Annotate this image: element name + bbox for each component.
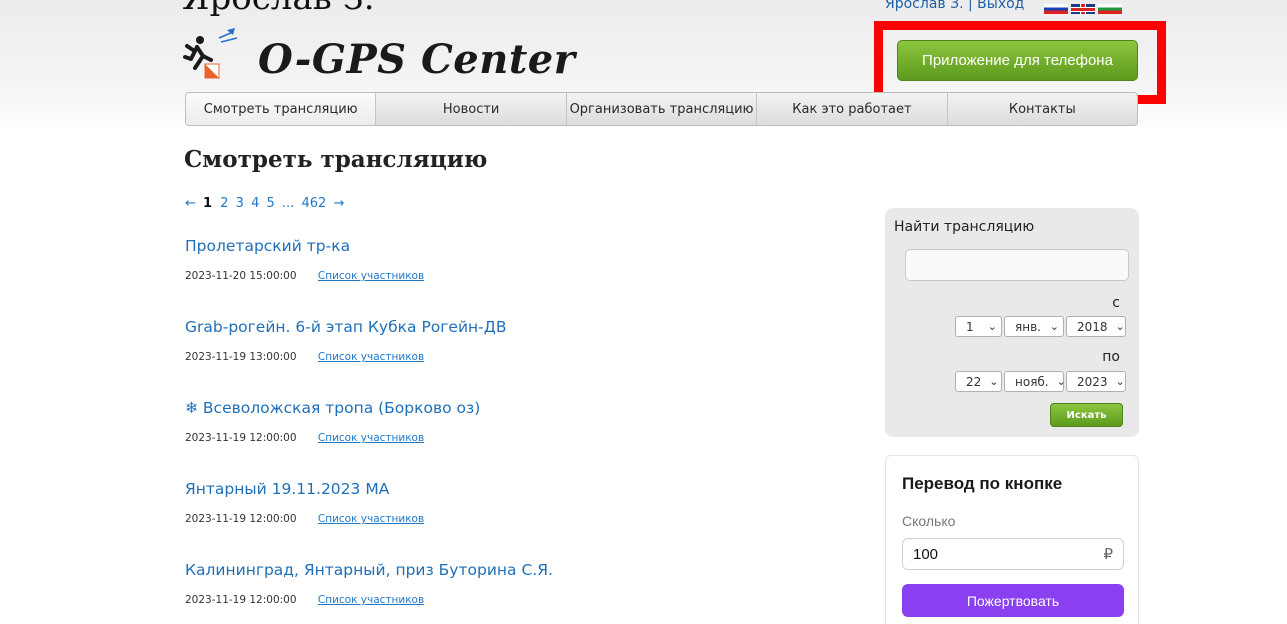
pagination-page[interactable]: 2 bbox=[220, 196, 228, 211]
broadcast-list: Пролетарский тр-ка 2023-11-20 15:00:00 С… bbox=[185, 236, 805, 624]
site-logo-text[interactable]: O-GPS Center bbox=[258, 36, 575, 83]
participants-list-link[interactable]: Список участников bbox=[318, 432, 424, 444]
date-to-label: по bbox=[1102, 349, 1120, 365]
date-from-label: с bbox=[1112, 295, 1120, 311]
chevron-down-icon: ⌄ bbox=[1115, 320, 1125, 333]
language-flags bbox=[1044, 4, 1122, 14]
event-title-link[interactable]: Grab-рогейн. 6-й этап Кубка Рогейн-ДВ bbox=[185, 317, 805, 337]
chevron-down-icon: ⌄ bbox=[1049, 320, 1059, 333]
event-datetime: 2023-11-20 15:00:00 bbox=[185, 270, 297, 282]
donation-amount-label: Сколько bbox=[902, 513, 956, 529]
pagination-prev[interactable]: ← bbox=[185, 196, 196, 211]
chevron-down-icon: ⌄ bbox=[989, 375, 999, 388]
list-item: Пролетарский тр-ка 2023-11-20 15:00:00 С… bbox=[185, 236, 805, 317]
english-flag-icon[interactable] bbox=[1071, 4, 1095, 14]
participants-list-link[interactable]: Список участников bbox=[318, 351, 424, 363]
event-meta: 2023-11-19 13:00:00 Список участников bbox=[185, 351, 805, 363]
event-meta: 2023-11-19 12:00:00 Список участников bbox=[185, 432, 805, 444]
participants-list-link[interactable]: Список участников bbox=[318, 270, 424, 282]
ruble-currency-icon: ₽ bbox=[1103, 546, 1113, 563]
list-item: Калининград, Янтарный, приз Буторина С.Я… bbox=[185, 560, 805, 624]
event-meta: 2023-11-19 12:00:00 Список участников bbox=[185, 513, 805, 525]
from-year-value: 2018 bbox=[1077, 319, 1108, 334]
chevron-down-icon: ⌄ bbox=[1115, 375, 1125, 388]
nav-how-it-works[interactable]: Как это работает bbox=[757, 93, 948, 125]
chevron-down-icon: ⌄ bbox=[987, 320, 997, 333]
cropped-header-text: Ярослав З. bbox=[182, 0, 375, 18]
pagination-current-page: 1 bbox=[203, 196, 213, 211]
search-button[interactable]: Искать bbox=[1050, 403, 1123, 427]
bulgarian-flag-icon[interactable] bbox=[1098, 4, 1122, 14]
russian-flag-icon[interactable] bbox=[1044, 4, 1068, 14]
event-title-link[interactable]: Янтарный 19.11.2023 МА bbox=[185, 479, 805, 499]
event-datetime: 2023-11-19 12:00:00 bbox=[185, 594, 297, 606]
orienteering-runner-logo-icon[interactable] bbox=[183, 26, 243, 81]
main-navigation: Смотреть трансляцию Новости Организовать… bbox=[185, 92, 1138, 126]
from-day-value: 1 bbox=[966, 319, 974, 334]
to-day-select[interactable]: 22 ⌄ bbox=[955, 371, 1002, 392]
from-day-select[interactable]: 1 ⌄ bbox=[955, 316, 1002, 337]
pagination: ← 1 2 3 4 5 ... 462 → bbox=[185, 196, 347, 211]
from-year-select[interactable]: 2018 ⌄ bbox=[1066, 316, 1126, 337]
page-title: Смотреть трансляцию bbox=[184, 146, 488, 173]
event-title-link[interactable]: Пролетарский тр-ка bbox=[185, 236, 805, 256]
event-datetime: 2023-11-19 12:00:00 bbox=[185, 513, 297, 525]
event-datetime: 2023-11-19 13:00:00 bbox=[185, 351, 297, 363]
event-datetime: 2023-11-19 12:00:00 bbox=[185, 432, 297, 444]
from-month-select[interactable]: янв. ⌄ bbox=[1004, 316, 1064, 337]
participants-list-link[interactable]: Список участников bbox=[318, 594, 424, 606]
to-year-value: 2023 bbox=[1077, 374, 1108, 389]
pagination-page[interactable]: 3 bbox=[236, 196, 244, 211]
to-day-value: 22 bbox=[966, 374, 982, 389]
search-panel: Найти трансляцию с 1 ⌄ янв. ⌄ 2018 ⌄ по 22 ⌄… bbox=[885, 208, 1139, 437]
nav-news[interactable]: Новости bbox=[376, 93, 567, 125]
pagination-next[interactable]: → bbox=[333, 196, 344, 211]
search-input[interactable] bbox=[905, 249, 1129, 281]
list-item: Grab-рогейн. 6-й этап Кубка Рогейн-ДВ 20… bbox=[185, 317, 805, 398]
date-from-selects: 1 ⌄ янв. ⌄ 2018 ⌄ bbox=[955, 316, 1126, 337]
donation-amount-input[interactable]: 100 ₽ bbox=[902, 538, 1124, 570]
donation-title: Перевод по кнопке bbox=[902, 474, 1063, 493]
nav-organize-broadcast[interactable]: Организовать трансляцию bbox=[567, 93, 758, 125]
to-month-select[interactable]: нояб. ⌄ bbox=[1004, 371, 1066, 392]
event-meta: 2023-11-20 15:00:00 Список участников bbox=[185, 270, 805, 282]
from-month-value: янв. bbox=[1015, 319, 1041, 334]
pagination-ellipsis: ... bbox=[281, 196, 295, 211]
participants-list-link[interactable]: Список участников bbox=[318, 513, 424, 525]
mobile-app-button[interactable]: Приложение для телефона bbox=[897, 40, 1138, 81]
event-meta: 2023-11-19 12:00:00 Список участников bbox=[185, 594, 805, 606]
chevron-down-icon: ⌄ bbox=[1056, 375, 1066, 388]
pagination-page[interactable]: 5 bbox=[267, 196, 275, 211]
user-bar-separator: | bbox=[967, 0, 973, 12]
list-item: ❄ Всеволожская тропа (Борково оз) 2023-1… bbox=[185, 398, 805, 479]
to-year-select[interactable]: 2023 ⌄ bbox=[1066, 371, 1126, 392]
nav-watch-broadcast[interactable]: Смотреть трансляцию bbox=[186, 93, 377, 125]
date-to-selects: 22 ⌄ нояб. ⌄ 2023 ⌄ bbox=[955, 371, 1126, 392]
donate-button[interactable]: Пожертвовать bbox=[902, 584, 1124, 617]
donation-widget: Перевод по кнопке Сколько 100 ₽ Пожертво… bbox=[885, 455, 1139, 624]
pagination-last-page[interactable]: 462 bbox=[301, 196, 326, 211]
pagination-page[interactable]: 4 bbox=[251, 196, 259, 211]
logout-link[interactable]: Выход bbox=[977, 0, 1024, 12]
event-title-link[interactable]: ❄ Всеволожская тропа (Борково оз) bbox=[185, 398, 805, 418]
search-panel-title: Найти трансляцию bbox=[894, 219, 1035, 235]
user-name-link[interactable]: Ярослав З. bbox=[885, 0, 964, 12]
donation-amount-value: 100 bbox=[913, 545, 939, 563]
list-item: Янтарный 19.11.2023 МА 2023-11-19 12:00:… bbox=[185, 479, 805, 560]
to-month-value: нояб. bbox=[1015, 374, 1049, 389]
user-bar: Ярослав З. | Выход bbox=[885, 0, 1024, 12]
event-title-link[interactable]: Калининград, Янтарный, приз Буторина С.Я… bbox=[185, 560, 805, 580]
nav-contacts[interactable]: Контакты bbox=[948, 93, 1137, 125]
